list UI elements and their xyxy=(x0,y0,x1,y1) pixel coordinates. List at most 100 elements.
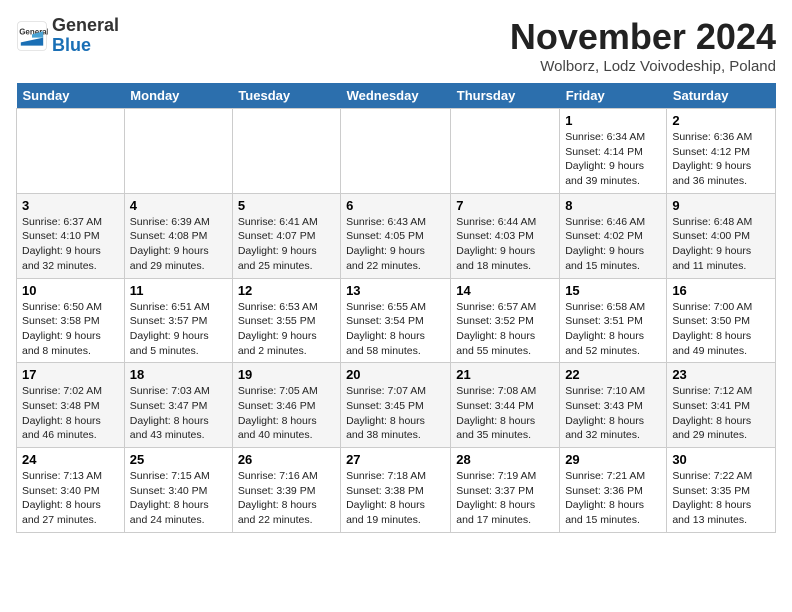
day-cell-28: 28Sunrise: 7:19 AM Sunset: 3:37 PM Dayli… xyxy=(451,448,560,533)
day-cell-5: 5Sunrise: 6:41 AM Sunset: 4:07 PM Daylig… xyxy=(232,193,340,278)
day-number: 16 xyxy=(672,283,770,298)
day-cell-15: 15 Sunrise: 6:58 AM Sunset: 3:51 PM Dayli… xyxy=(560,278,667,363)
logo-general: General xyxy=(52,15,119,35)
empty-cell xyxy=(232,109,340,194)
empty-cell xyxy=(341,109,451,194)
day-info: Sunrise: 7:00 AM Sunset: 3:50 PM Dayligh… xyxy=(672,300,770,359)
day-number: 15 xyxy=(565,283,661,298)
day-info: Sunrise: 7:18 AM Sunset: 3:38 PM Dayligh… xyxy=(346,469,445,528)
day-cell-14: 14 Sunrise: 6:57 AM Sunset: 3:52 PM Dayli… xyxy=(451,278,560,363)
day-cell-6: 6 Sunrise: 6:43 AM Sunset: 4:05 PM Daylig… xyxy=(341,193,451,278)
day-number: 6 xyxy=(346,198,445,213)
day-cell-7: 7Sunrise: 6:44 AM Sunset: 4:03 PM Daylig… xyxy=(451,193,560,278)
day-info: Sunrise: 6:43 AM Sunset: 4:05 PM Dayligh… xyxy=(346,215,445,274)
day-info: Sunrise: 7:08 AM Sunset: 3:44 PM Dayligh… xyxy=(456,384,554,443)
day-cell-8: 8 Sunrise: 6:46 AM Sunset: 4:02 PM Daylig… xyxy=(560,193,667,278)
day-number: 21 xyxy=(456,367,554,382)
weekday-header-monday: Monday xyxy=(124,83,232,109)
weekday-header-sunday: Sunday xyxy=(17,83,125,109)
day-number: 8 xyxy=(565,198,661,213)
day-info: Sunrise: 6:46 AM Sunset: 4:02 PM Dayligh… xyxy=(565,215,661,274)
day-info: Sunrise: 6:34 AM Sunset: 4:14 PM Dayligh… xyxy=(565,130,661,189)
day-cell-30: 30Sunrise: 7:22 AM Sunset: 3:35 PM Dayli… xyxy=(667,448,776,533)
day-number: 26 xyxy=(238,452,335,467)
title-area: November 2024 Wolborz, Lodz Voivodeship,… xyxy=(510,16,776,75)
empty-cell xyxy=(124,109,232,194)
day-number: 18 xyxy=(130,367,227,382)
day-cell-12: 12Sunrise: 6:53 AM Sunset: 3:55 PM Dayli… xyxy=(232,278,340,363)
day-cell-9: 9 Sunrise: 6:48 AM Sunset: 4:00 PM Daylig… xyxy=(667,193,776,278)
empty-cell xyxy=(17,109,125,194)
month-title: November 2024 xyxy=(510,16,776,58)
weekday-header-friday: Friday xyxy=(560,83,667,109)
day-cell-20: 20 Sunrise: 7:07 AM Sunset: 3:45 PM Dayli… xyxy=(341,363,451,448)
day-number: 9 xyxy=(672,198,770,213)
day-cell-21: 21 Sunrise: 7:08 AM Sunset: 3:44 PM Dayli… xyxy=(451,363,560,448)
week-row-4: 17Sunrise: 7:02 AM Sunset: 3:48 PM Dayli… xyxy=(17,363,776,448)
day-info: Sunrise: 6:51 AM Sunset: 3:57 PM Dayligh… xyxy=(130,300,227,359)
day-info: Sunrise: 7:13 AM Sunset: 3:40 PM Dayligh… xyxy=(22,469,119,528)
day-cell-19: 19 Sunrise: 7:05 AM Sunset: 3:46 PM Dayli… xyxy=(232,363,340,448)
day-info: Sunrise: 6:36 AM Sunset: 4:12 PM Dayligh… xyxy=(672,130,770,189)
day-info: Sunrise: 7:03 AM Sunset: 3:47 PM Dayligh… xyxy=(130,384,227,443)
day-number: 1 xyxy=(565,113,661,128)
day-info: Sunrise: 6:58 AM Sunset: 3:51 PM Dayligh… xyxy=(565,300,661,359)
day-number: 14 xyxy=(456,283,554,298)
logo: General General Blue xyxy=(16,16,119,56)
day-cell-3: 3 Sunrise: 6:37 AM Sunset: 4:10 PM Daylig… xyxy=(17,193,125,278)
empty-cell xyxy=(451,109,560,194)
day-number: 11 xyxy=(130,283,227,298)
logo-text: General Blue xyxy=(52,16,119,56)
day-info: Sunrise: 6:44 AM Sunset: 4:03 PM Dayligh… xyxy=(456,215,554,274)
day-cell-13: 13 Sunrise: 6:55 AM Sunset: 3:54 PM Dayli… xyxy=(341,278,451,363)
day-cell-24: 24Sunrise: 7:13 AM Sunset: 3:40 PM Dayli… xyxy=(17,448,125,533)
day-cell-27: 27 Sunrise: 7:18 AM Sunset: 3:38 PM Dayli… xyxy=(341,448,451,533)
day-number: 5 xyxy=(238,198,335,213)
day-cell-11: 11 Sunrise: 6:51 AM Sunset: 3:57 PM Dayli… xyxy=(124,278,232,363)
day-cell-22: 22 Sunrise: 7:10 AM Sunset: 3:43 PM Dayli… xyxy=(560,363,667,448)
day-number: 25 xyxy=(130,452,227,467)
day-number: 17 xyxy=(22,367,119,382)
day-info: Sunrise: 6:39 AM Sunset: 4:08 PM Dayligh… xyxy=(130,215,227,274)
day-cell-17: 17Sunrise: 7:02 AM Sunset: 3:48 PM Dayli… xyxy=(17,363,125,448)
day-info: Sunrise: 6:50 AM Sunset: 3:58 PM Dayligh… xyxy=(22,300,119,359)
day-number: 27 xyxy=(346,452,445,467)
logo-icon: General xyxy=(16,20,48,52)
week-row-1: 1 Sunrise: 6:34 AM Sunset: 4:14 PM Daylig… xyxy=(17,109,776,194)
week-row-5: 24Sunrise: 7:13 AM Sunset: 3:40 PM Dayli… xyxy=(17,448,776,533)
day-number: 13 xyxy=(346,283,445,298)
day-cell-29: 29Sunrise: 7:21 AM Sunset: 3:36 PM Dayli… xyxy=(560,448,667,533)
day-number: 20 xyxy=(346,367,445,382)
day-number: 2 xyxy=(672,113,770,128)
weekday-header-wednesday: Wednesday xyxy=(341,83,451,109)
day-number: 4 xyxy=(130,198,227,213)
day-cell-10: 10 Sunrise: 6:50 AM Sunset: 3:58 PM Dayli… xyxy=(17,278,125,363)
day-info: Sunrise: 7:05 AM Sunset: 3:46 PM Dayligh… xyxy=(238,384,335,443)
day-number: 10 xyxy=(22,283,119,298)
day-number: 22 xyxy=(565,367,661,382)
day-cell-26: 26Sunrise: 7:16 AM Sunset: 3:39 PM Dayli… xyxy=(232,448,340,533)
day-cell-4: 4 Sunrise: 6:39 AM Sunset: 4:08 PM Daylig… xyxy=(124,193,232,278)
day-number: 19 xyxy=(238,367,335,382)
day-info: Sunrise: 6:55 AM Sunset: 3:54 PM Dayligh… xyxy=(346,300,445,359)
day-cell-25: 25 Sunrise: 7:15 AM Sunset: 3:40 PM Dayli… xyxy=(124,448,232,533)
day-info: Sunrise: 7:22 AM Sunset: 3:35 PM Dayligh… xyxy=(672,469,770,528)
day-info: Sunrise: 7:10 AM Sunset: 3:43 PM Dayligh… xyxy=(565,384,661,443)
day-info: Sunrise: 6:37 AM Sunset: 4:10 PM Dayligh… xyxy=(22,215,119,274)
day-number: 29 xyxy=(565,452,661,467)
day-cell-2: 2 Sunrise: 6:36 AM Sunset: 4:12 PM Daylig… xyxy=(667,109,776,194)
day-info: Sunrise: 7:12 AM Sunset: 3:41 PM Dayligh… xyxy=(672,384,770,443)
day-info: Sunrise: 6:48 AM Sunset: 4:00 PM Dayligh… xyxy=(672,215,770,274)
day-info: Sunrise: 6:57 AM Sunset: 3:52 PM Dayligh… xyxy=(456,300,554,359)
week-row-2: 3 Sunrise: 6:37 AM Sunset: 4:10 PM Daylig… xyxy=(17,193,776,278)
weekday-header-tuesday: Tuesday xyxy=(232,83,340,109)
day-number: 3 xyxy=(22,198,119,213)
day-cell-18: 18 Sunrise: 7:03 AM Sunset: 3:47 PM Dayli… xyxy=(124,363,232,448)
day-info: Sunrise: 6:53 AM Sunset: 3:55 PM Dayligh… xyxy=(238,300,335,359)
day-cell-1: 1 Sunrise: 6:34 AM Sunset: 4:14 PM Daylig… xyxy=(560,109,667,194)
logo-blue: Blue xyxy=(52,35,91,55)
day-info: Sunrise: 7:07 AM Sunset: 3:45 PM Dayligh… xyxy=(346,384,445,443)
day-info: Sunrise: 7:15 AM Sunset: 3:40 PM Dayligh… xyxy=(130,469,227,528)
weekday-header-saturday: Saturday xyxy=(667,83,776,109)
day-number: 28 xyxy=(456,452,554,467)
